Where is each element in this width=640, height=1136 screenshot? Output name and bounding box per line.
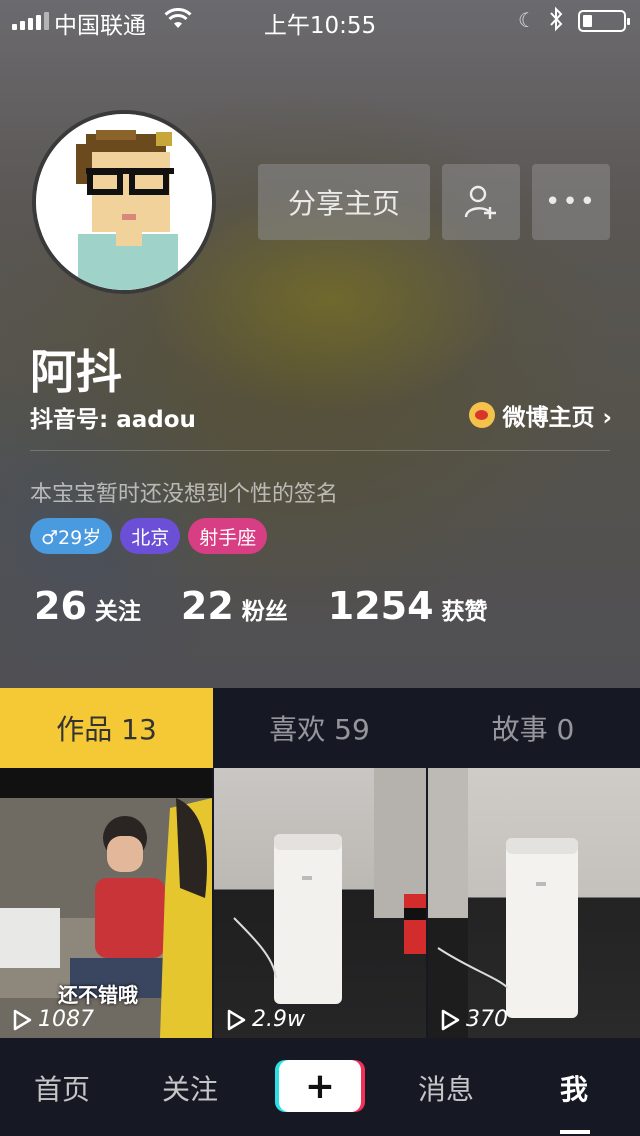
status-bar: 中国联通 上午10:55 ☾: [0, 0, 640, 40]
tag-zodiac: 射手座: [188, 518, 268, 554]
stat-following[interactable]: 26 关注: [34, 584, 141, 628]
nav-messages[interactable]: 消息: [418, 1068, 474, 1108]
share-profile-button[interactable]: 分享主页: [258, 164, 430, 240]
stat-number: 26: [34, 584, 87, 628]
play-count: 1087: [10, 1007, 94, 1032]
nav-following[interactable]: 关注: [162, 1068, 218, 1108]
video-thumbnail-image: [233, 768, 426, 1004]
video-thumbnail[interactable]: 370: [428, 768, 640, 1038]
video-thumbnail[interactable]: 还不错哦 1087: [0, 768, 212, 1038]
active-tab-indicator: [560, 1130, 590, 1134]
profile-signature: 本宝宝暂时还没想到个性的签名: [30, 482, 339, 507]
more-options-button[interactable]: •••: [532, 164, 610, 240]
avatar[interactable]: [32, 110, 216, 294]
status-time: 上午10:55: [263, 13, 377, 39]
stat-number: 22: [180, 584, 234, 628]
play-count-value: 1087: [38, 1007, 94, 1032]
stat-label: 粉丝: [241, 599, 288, 625]
douyin-id: 抖音号: aadou: [30, 407, 196, 433]
battery-icon: [578, 10, 630, 32]
add-friend-icon: [464, 185, 496, 219]
profile-stats: 26 关注 22 粉丝 1254 获赞: [34, 584, 528, 628]
create-video-button[interactable]: +: [279, 1060, 361, 1112]
weibo-icon: [468, 402, 495, 428]
tab-likes[interactable]: 喜欢 59: [213, 688, 426, 768]
bluetooth-icon: [550, 6, 563, 32]
avatar-pixel-art: [36, 114, 212, 290]
play-count: 2.9w: [224, 1007, 305, 1032]
content-tabs: 作品 13 喜欢 59 故事 0: [0, 688, 640, 768]
stat-followers[interactable]: 22 粉丝: [181, 584, 288, 628]
tag-city: 北京: [120, 518, 181, 554]
play-icon: [13, 1009, 32, 1030]
play-icon: [227, 1009, 246, 1030]
video-grid: 还不错哦 1087 2.9w 370: [0, 768, 640, 1038]
tab-works[interactable]: 作品 13: [0, 688, 213, 768]
nav-home[interactable]: 首页: [34, 1068, 90, 1108]
play-count-value: 2.9w: [252, 1007, 305, 1032]
profile-tags: ♂29岁 北京 射手座: [30, 518, 268, 554]
stat-number: 1254: [327, 584, 434, 628]
video-thumbnail-image: [428, 768, 578, 1038]
tag-age: ♂29岁: [30, 518, 113, 554]
moon-icon: ☾: [518, 8, 536, 32]
stat-label: 获赞: [441, 599, 488, 625]
play-count: 370: [438, 1007, 508, 1032]
weibo-label: 微博主页 ›: [502, 405, 613, 431]
tab-stories[interactable]: 故事 0: [426, 688, 640, 768]
video-thumbnail[interactable]: 2.9w: [214, 768, 426, 1038]
stat-likes[interactable]: 1254 获赞: [328, 584, 488, 628]
profile-name: 阿抖: [30, 345, 122, 399]
stat-label: 关注: [94, 599, 141, 625]
add-friend-button[interactable]: [442, 164, 520, 240]
divider: [30, 450, 610, 451]
nav-me[interactable]: 我: [560, 1068, 588, 1108]
play-icon: [441, 1009, 460, 1030]
weibo-link[interactable]: 微博主页 ›: [468, 398, 613, 432]
play-count-value: 370: [466, 1007, 508, 1032]
video-subtitle: 还不错哦: [58, 983, 138, 1007]
